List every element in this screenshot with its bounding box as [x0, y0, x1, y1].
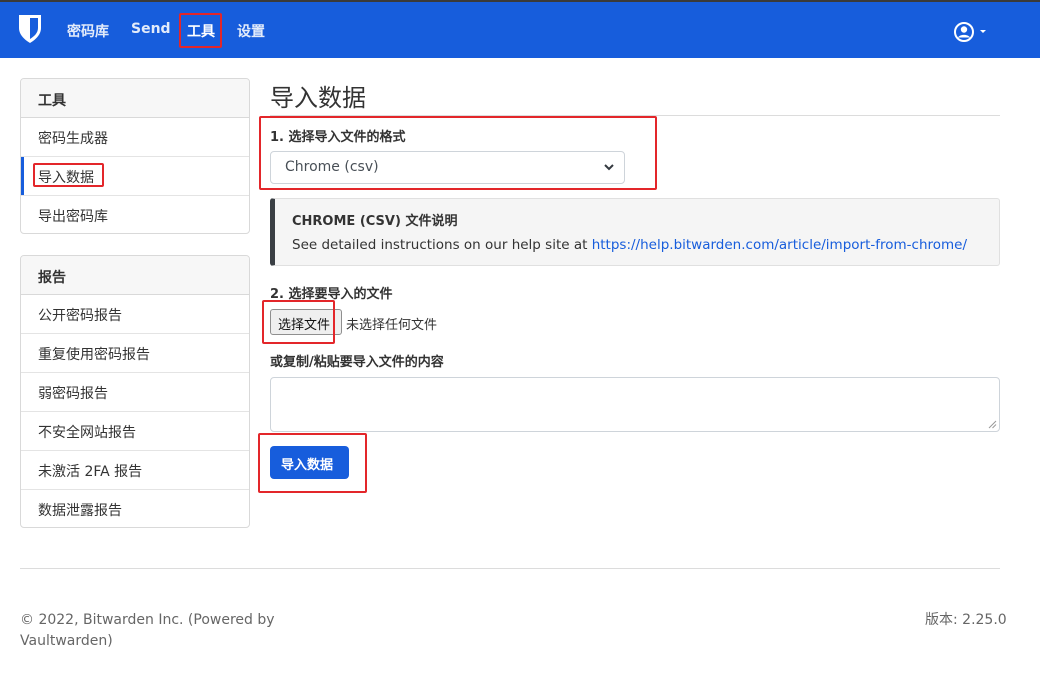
- format-select[interactable]: Chrome (csv): [270, 151, 625, 184]
- paste-label: 或复制/粘贴要导入文件的内容: [270, 355, 444, 370]
- sidebar-item-export-vault[interactable]: 导出密码库: [21, 196, 249, 233]
- sidebar-item-reused-passwords[interactable]: 重复使用密码报告: [21, 334, 249, 373]
- sidebar-item-data-breach[interactable]: 数据泄露报告: [21, 490, 249, 527]
- sidebar-item-inactive-2fa[interactable]: 未激活 2FA 报告: [21, 451, 249, 490]
- help-link[interactable]: https://help.bitwarden.com/article/impor…: [592, 237, 967, 253]
- format-select-value: Chrome (csv): [285, 159, 379, 175]
- resize-grip-icon[interactable]: [988, 420, 997, 429]
- account-menu-icon[interactable]: [952, 20, 992, 44]
- format-label: 1. 选择导入文件的格式: [270, 130, 406, 145]
- format-instructions-callout: CHROME (CSV) 文件说明 See detailed instructi…: [270, 198, 1000, 266]
- choose-file-button[interactable]: 选择文件: [270, 309, 342, 335]
- reports-card: 报告 公开密码报告 重复使用密码报告 弱密码报告 不安全网站报告 未激活 2FA…: [20, 255, 250, 528]
- nav-settings[interactable]: 设置: [237, 21, 265, 41]
- page-title: 导入数据: [270, 84, 366, 112]
- tools-card-header: 工具: [21, 79, 249, 118]
- footer-copyright: © 2022, Bitwarden Inc. (Powered by Vault…: [20, 612, 275, 649]
- bitwarden-shield-icon[interactable]: [18, 14, 42, 44]
- sidebar-item-password-generator[interactable]: 密码生成器: [21, 118, 249, 157]
- top-navbar: 密码库 Send 工具 设置: [0, 0, 1040, 58]
- footer-version: 版本: 2.25.0: [925, 612, 1007, 628]
- tools-card: 工具 密码生成器 导入数据 导出密码库: [20, 78, 250, 234]
- sidebar-item-exposed-passwords[interactable]: 公开密码报告: [21, 295, 249, 334]
- paste-content-textarea[interactable]: [270, 377, 1000, 432]
- title-divider: [270, 115, 1000, 116]
- callout-text-body: See detailed instructions on our help si…: [292, 237, 592, 253]
- nav-tools[interactable]: 工具: [187, 21, 215, 41]
- sidebar-item-import-data[interactable]: 导入数据: [21, 157, 249, 196]
- callout-text: See detailed instructions on our help si…: [292, 237, 967, 253]
- chevron-down-icon: [604, 164, 614, 171]
- file-status-text: 未选择任何文件: [346, 318, 438, 333]
- reports-card-header: 报告: [21, 256, 249, 295]
- callout-title: CHROME (CSV) 文件说明: [292, 214, 458, 229]
- file-label: 2. 选择要导入的文件: [270, 287, 393, 302]
- footer-divider: [20, 568, 1000, 569]
- sidebar-item-weak-passwords[interactable]: 弱密码报告: [21, 373, 249, 412]
- sidebar-item-unsecured-websites[interactable]: 不安全网站报告: [21, 412, 249, 451]
- nav-send[interactable]: Send: [131, 21, 171, 37]
- nav-vault[interactable]: 密码库: [67, 21, 109, 41]
- import-data-button[interactable]: 导入数据: [270, 446, 349, 479]
